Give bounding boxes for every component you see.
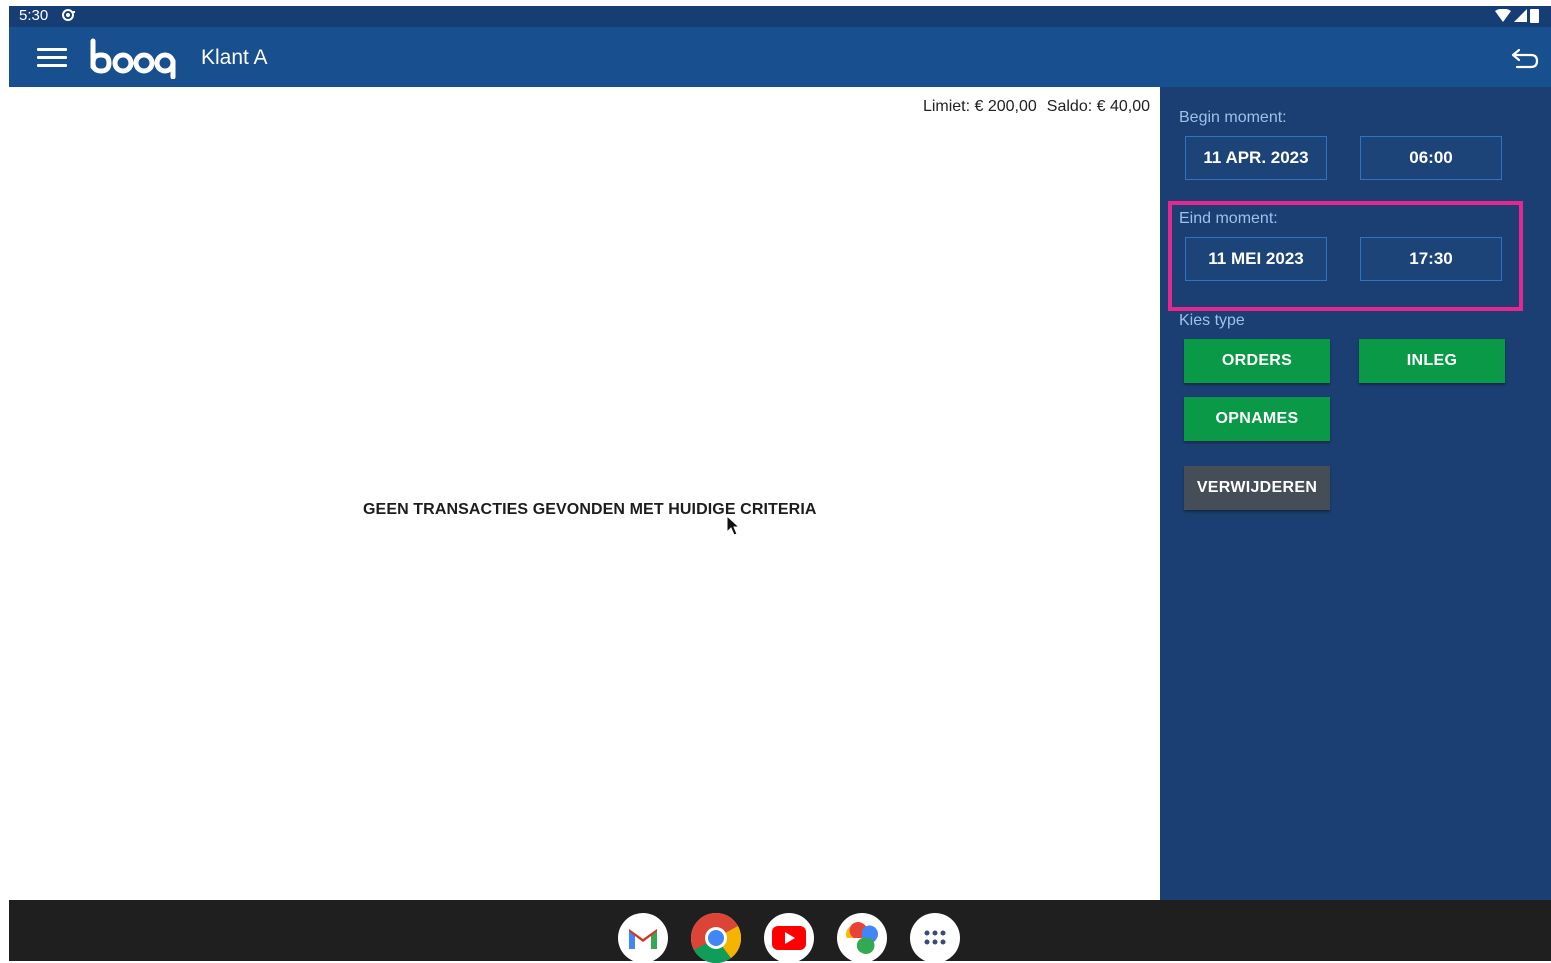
- system-icons: [1495, 8, 1539, 23]
- status-bar: 5:30: [9, 6, 1551, 27]
- wifi-icon: [1495, 9, 1511, 22]
- photos-icon[interactable]: [837, 913, 887, 963]
- menu-icon: [37, 48, 67, 51]
- app-launcher-icon[interactable]: [910, 913, 960, 963]
- begin-time-field[interactable]: 06:00: [1360, 136, 1502, 180]
- opnames-button[interactable]: OPNAMES: [1184, 397, 1330, 441]
- end-time-field[interactable]: 17:30: [1360, 237, 1502, 281]
- gmail-icon[interactable]: [618, 913, 668, 963]
- inleg-button[interactable]: INLEG: [1359, 339, 1505, 383]
- transactions-area: Limiet: € 200,00 Saldo: € 40,00 GEEN TRAN…: [9, 87, 1160, 900]
- taskbar: [9, 900, 1551, 963]
- end-moment-label: Eind moment:: [1179, 210, 1278, 227]
- saldo-text: Saldo: € 40,00: [1046, 98, 1150, 115]
- signal-icon: [1514, 9, 1527, 22]
- begin-moment-label: Begin moment:: [1179, 109, 1287, 126]
- mouse-cursor-icon: [726, 515, 740, 536]
- empty-state-message: GEEN TRANSACTIES GEVONDEN MET HUIDIGE CR…: [363, 501, 817, 518]
- balance-info: Limiet: € 200,00 Saldo: € 40,00: [923, 98, 1150, 116]
- chrome-icon[interactable]: [691, 913, 741, 963]
- type-label: Kies type: [1179, 312, 1245, 329]
- back-button[interactable]: [1509, 42, 1541, 72]
- begin-date-field[interactable]: 11 APR. 2023: [1185, 136, 1327, 180]
- page-title: Klant A: [201, 46, 268, 69]
- filter-panel: Begin moment: 11 APR. 2023 06:00 Eind mo…: [1160, 87, 1551, 900]
- status-time: 5:30: [19, 7, 49, 24]
- limit-text: Limiet: € 200,00: [922, 98, 1037, 115]
- notification-icon: [62, 9, 75, 21]
- app-bar: Klant A: [9, 27, 1551, 87]
- app-frame: 5:30 Klant A Limiet: € 200,00 Saldo: € 4…: [9, 6, 1551, 963]
- battery-icon: [1530, 9, 1539, 23]
- menu-button[interactable]: [35, 44, 69, 70]
- app-dock: [618, 913, 960, 963]
- youtube-icon[interactable]: [764, 913, 814, 963]
- booq-logo: [90, 38, 176, 79]
- end-date-field[interactable]: 11 MEI 2023: [1185, 237, 1327, 281]
- delete-button[interactable]: VERWIJDEREN: [1184, 466, 1330, 510]
- orders-button[interactable]: ORDERS: [1184, 339, 1330, 383]
